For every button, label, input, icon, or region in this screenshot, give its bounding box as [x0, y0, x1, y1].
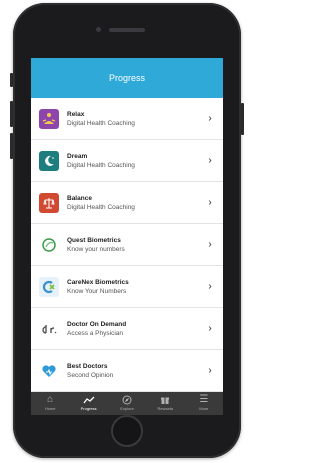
tab-label: Home — [44, 406, 56, 411]
item-subtitle: Know Your Numbers — [67, 287, 127, 295]
chevron-right-icon: › — [208, 239, 212, 250]
tab-label: Rewards — [157, 406, 174, 411]
list-item-best-doctors[interactable]: Best Doctors Second Opinion › — [31, 350, 223, 392]
quest-logo-icon — [39, 234, 59, 255]
front-camera — [96, 27, 101, 32]
tab-label: Progress — [80, 406, 97, 411]
item-subtitle: Access a Physician — [67, 329, 123, 337]
item-title: Relax — [67, 110, 85, 118]
home-button[interactable] — [111, 415, 143, 447]
tab-home[interactable]: ⌂ Home — [31, 392, 69, 415]
page-title: Progress — [108, 73, 145, 83]
tab-label: More — [199, 406, 209, 411]
list-item-balance[interactable]: Balance Digital Health Coaching › — [31, 182, 223, 224]
item-title: Quest Biometrics — [67, 236, 121, 244]
chevron-right-icon: › — [208, 113, 212, 124]
menu-icon: ☰ — [199, 394, 209, 405]
list-item-quest-biometrics[interactable]: Quest Biometrics Know your numbers › — [31, 224, 223, 266]
chevron-right-icon: › — [208, 323, 212, 334]
scale-icon — [39, 192, 59, 213]
heart-logo-icon — [39, 360, 59, 381]
volume-down-button — [10, 133, 13, 159]
item-subtitle: Digital Health Coaching — [67, 161, 135, 169]
item-title: CareNex Biometrics — [67, 278, 129, 286]
compass-icon — [122, 395, 132, 406]
item-subtitle: Digital Health Coaching — [67, 119, 135, 127]
chevron-right-icon: › — [208, 197, 212, 208]
item-title: Doctor On Demand — [67, 320, 127, 328]
list-item-relax[interactable]: Relax Digital Health Coaching › — [31, 98, 223, 140]
phone-frame: Progress Relax Digital Health Coaching ›… — [10, 3, 244, 458]
app-screen: Progress Relax Digital Health Coaching ›… — [31, 58, 223, 415]
carenex-logo-icon — [39, 276, 59, 297]
tab-more[interactable]: ☰ More — [185, 392, 223, 415]
item-title: Best Doctors — [67, 362, 108, 370]
chevron-right-icon: › — [208, 155, 212, 166]
list-item-carenex-biometrics[interactable]: CareNex Biometrics Know Your Numbers › — [31, 266, 223, 308]
tab-rewards[interactable]: Rewards — [146, 392, 184, 415]
nav-header: Progress — [31, 58, 223, 98]
tab-progress[interactable]: Progress — [69, 392, 107, 415]
item-subtitle: Know your numbers — [67, 245, 125, 253]
tab-explore[interactable]: Explore — [108, 392, 146, 415]
item-title: Balance — [67, 194, 92, 202]
doctor-logo-icon — [39, 318, 59, 339]
program-list: Relax Digital Health Coaching › Dream Di… — [31, 98, 223, 392]
item-subtitle: Digital Health Coaching — [67, 203, 135, 211]
earpiece-speaker — [109, 28, 145, 32]
gift-icon — [160, 395, 170, 406]
tab-bar: ⌂ Home Progress Explore Rewards ☰ More — [31, 392, 223, 415]
chevron-right-icon: › — [208, 281, 212, 292]
list-item-doctor-on-demand[interactable]: Doctor On Demand Access a Physician › — [31, 308, 223, 350]
power-button — [241, 103, 244, 135]
meditation-icon — [39, 108, 59, 129]
tab-label: Explore — [120, 406, 134, 411]
trend-icon — [83, 395, 95, 406]
chevron-right-icon: › — [208, 365, 212, 376]
volume-up-button — [10, 101, 13, 127]
list-item-dream[interactable]: Dream Digital Health Coaching › — [31, 140, 223, 182]
item-subtitle: Second Opinion — [67, 371, 114, 379]
item-title: Dream — [67, 152, 88, 160]
mute-switch — [10, 73, 13, 87]
home-icon: ⌂ — [47, 394, 54, 405]
moon-icon — [39, 150, 59, 171]
